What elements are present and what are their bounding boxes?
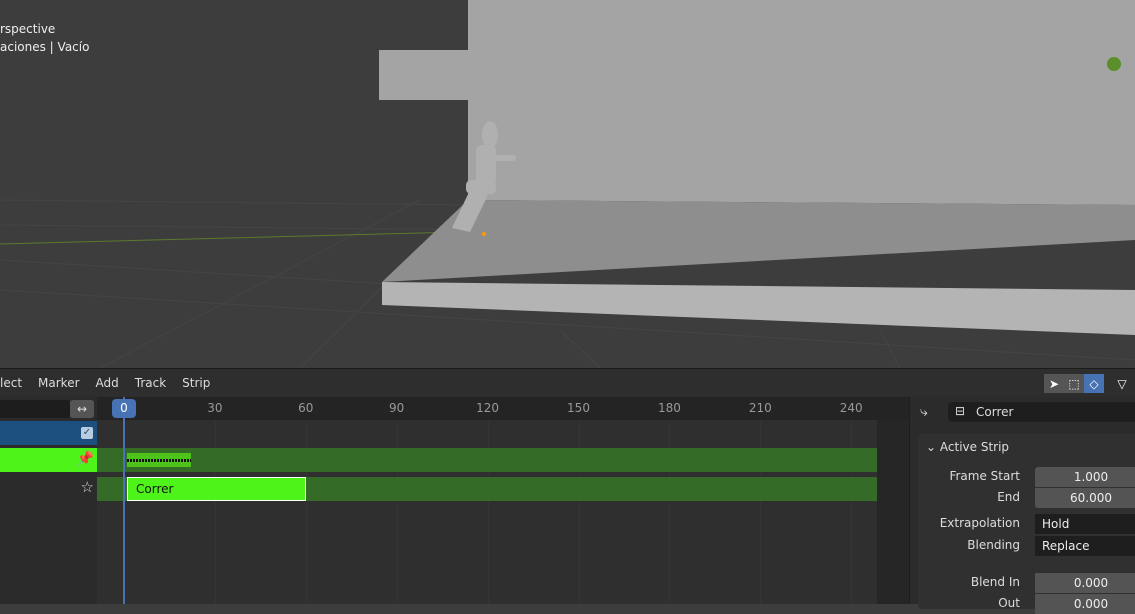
box-select-icon[interactable]: ⬚ [1064,374,1084,393]
action-link-icon: ⤷ [920,404,928,420]
channel-search-input[interactable] [0,400,70,418]
view-mode-label: rspective [0,22,56,36]
action-channel[interactable]: 📌 [0,448,97,472]
channel-list: ↔ ✓ 📌 ☆ [0,397,97,604]
frame-tick: 30 [207,401,223,415]
frame-tick: 60 [298,401,314,415]
action-icon: ⊟ [955,404,966,418]
frame-end-label: End [997,490,1020,504]
nla-track-channel[interactable]: ☆ [0,476,97,500]
scene-render [0,0,1135,368]
menu-bar: lect Marker Add Track Strip ➤ ⬚ ◇ ▽ [0,369,1135,397]
frame-tick: 120 [476,401,500,415]
frame-tick: 240 [839,401,863,415]
blending-label: Blending [967,538,1020,552]
frame-start-label: Frame Start [949,469,1020,483]
filter-icon[interactable]: ▽ [1112,374,1132,393]
tweak-icon[interactable]: ◇ [1084,374,1104,393]
cursor-icon[interactable]: ➤ [1044,374,1064,393]
star-icon[interactable]: ☆ [81,478,94,496]
menu-marker[interactable]: Marker [30,376,87,390]
chevron-down-icon: ⌄ [926,440,937,454]
frame-end-field[interactable]: 60.000 [1035,488,1135,508]
object-channel[interactable]: ✓ [0,421,97,445]
frame-start-field[interactable]: 1.000 [1035,467,1135,487]
nla-editor: lect Marker Add Track Strip ➤ ⬚ ◇ ▽ ↔ ✓ … [0,368,1135,614]
blend-in-field[interactable]: 0.000 [1035,573,1135,593]
swap-icon[interactable]: ↔ [70,400,94,418]
panel-title: Active Strip [939,440,1010,454]
blending-select[interactable]: Replace [1035,536,1135,556]
extrapolation-label: Extrapolation [939,516,1020,530]
action-track [97,448,909,472]
pin-icon[interactable]: 📌 [77,451,94,467]
active-strip-panel: ⌄ Active Strip Frame Start 1.000 End 60.… [918,434,1135,614]
action-keyframes[interactable] [127,453,191,467]
frame-ruler[interactable]: 30 60 90 120 150 180 210 240 [97,397,909,420]
checkbox-icon[interactable]: ✓ [81,427,93,439]
playhead[interactable]: 0 [112,397,136,604]
sidebar-properties: ⤷ Correr ⊟ ⌄ Active Strip Frame Start 1.… [909,397,1135,614]
timeline[interactable]: 30 60 90 120 150 180 210 240 Correr 0 [97,397,909,604]
extrapolation-select[interactable]: Hold [1035,514,1135,534]
panel-header[interactable]: ⌄ Active Strip [926,440,1009,454]
current-frame[interactable]: 0 [112,399,136,418]
scene-end-region [877,420,909,604]
blend-out-field[interactable]: 0.000 [1035,594,1135,614]
menu-add[interactable]: Add [88,376,127,390]
menu-strip[interactable]: Strip [174,376,218,390]
blend-in-label: Blend In [970,575,1020,589]
action-selector[interactable]: Correr [948,402,1135,422]
frame-tick: 180 [657,401,681,415]
frame-tick: 90 [389,401,405,415]
blend-out-label: Out [998,596,1020,610]
menu-track[interactable]: Track [127,376,174,390]
frame-tick: 210 [748,401,772,415]
frame-tick: 150 [567,401,590,415]
collection-label: aciones | Vacío [0,40,90,54]
menu-select[interactable]: lect [0,376,30,390]
3d-viewport[interactable]: rspective aciones | Vacío [0,0,1135,368]
nla-strip[interactable]: Correr [127,477,306,501]
